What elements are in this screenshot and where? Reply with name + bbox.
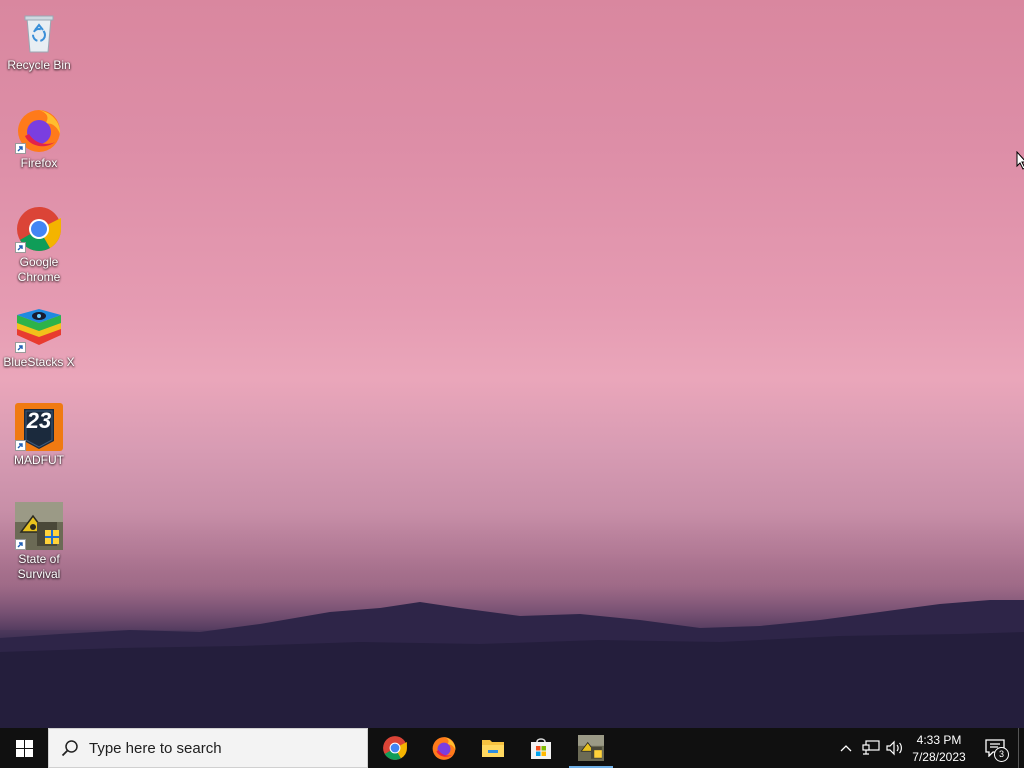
desktop-icon-state-of-survival[interactable]: State of Survival (2, 502, 76, 582)
madfut-icon: 23 (15, 403, 63, 451)
search-icon (61, 740, 78, 757)
firefox-icon (15, 106, 63, 154)
desktop-icon-label: MADFUT (14, 453, 64, 467)
speaker-icon (886, 740, 902, 756)
notification-count-badge: 3 (994, 747, 1009, 762)
start-button[interactable] (0, 728, 48, 768)
search-placeholder: Type here to search (89, 739, 222, 757)
store-icon (531, 738, 551, 759)
taskbar-search-box[interactable]: Type here to search (48, 728, 368, 768)
desktop-icon-madfut[interactable]: 23 MADFUT (2, 403, 76, 468)
windows-logo-icon (15, 739, 33, 757)
state-of-survival-icon (15, 502, 63, 550)
folder-icon (482, 740, 504, 757)
desktop-background: Recycle Bin Firefox Google Chrome BlueSt… (0, 0, 1024, 728)
chrome-icon (383, 736, 407, 760)
state-of-survival-icon (578, 735, 604, 761)
desktop-icon-firefox[interactable]: Firefox (2, 106, 76, 171)
desktop-icon-label: State of Survival (17, 552, 61, 581)
mountain-silhouette (0, 600, 1024, 728)
shortcut-arrow-icon (15, 143, 26, 154)
taskbar-app-chrome[interactable] (371, 728, 419, 768)
shortcut-arrow-icon (15, 242, 26, 253)
bluestacks-icon (15, 305, 63, 353)
desktop-icon-recycle-bin[interactable]: Recycle Bin (2, 8, 76, 73)
network-icon (862, 740, 880, 755)
desktop-icon-label: Firefox (20, 156, 58, 170)
firefox-icon (432, 737, 456, 760)
taskbar-app-firefox[interactable] (420, 728, 468, 768)
volume-button[interactable] (884, 728, 906, 768)
taskbar-app-microsoft-store[interactable] (517, 728, 565, 768)
chevron-up-icon (840, 745, 852, 752)
clock-time: 4:33 PM (916, 733, 962, 747)
show-desktop-button[interactable] (1018, 728, 1024, 768)
shortcut-arrow-icon (15, 440, 26, 451)
network-status-button[interactable] (860, 728, 882, 768)
mouse-cursor-icon (1016, 151, 1024, 170)
desktop-icon-google-chrome[interactable]: Google Chrome (2, 205, 76, 285)
chrome-icon (15, 205, 63, 253)
desktop-icon-label: Google Chrome (17, 255, 61, 284)
madfut-rating-text: 23 (26, 408, 52, 433)
show-hidden-icons-button[interactable] (836, 728, 856, 768)
taskbar-app-file-explorer[interactable] (469, 728, 517, 768)
desktop-icon-bluestacks-x[interactable]: BlueStacks X (2, 305, 76, 370)
taskbar-clock[interactable]: 4:33 PM 7/28/2023 (904, 730, 974, 768)
desktop-icon-label: Recycle Bin (7, 58, 71, 72)
recycle-bin-icon (15, 8, 63, 56)
shortcut-arrow-icon (15, 539, 26, 550)
desktop-icon-label: BlueStacks X (3, 355, 75, 369)
taskbar: Type here to search 4:33 PM 7/28/2023 3 (0, 728, 1024, 768)
clock-date: 7/28/2023 (912, 750, 966, 764)
action-center-button[interactable]: 3 (980, 728, 1010, 768)
shortcut-arrow-icon (15, 342, 26, 353)
taskbar-app-state-of-survival[interactable] (567, 728, 615, 768)
